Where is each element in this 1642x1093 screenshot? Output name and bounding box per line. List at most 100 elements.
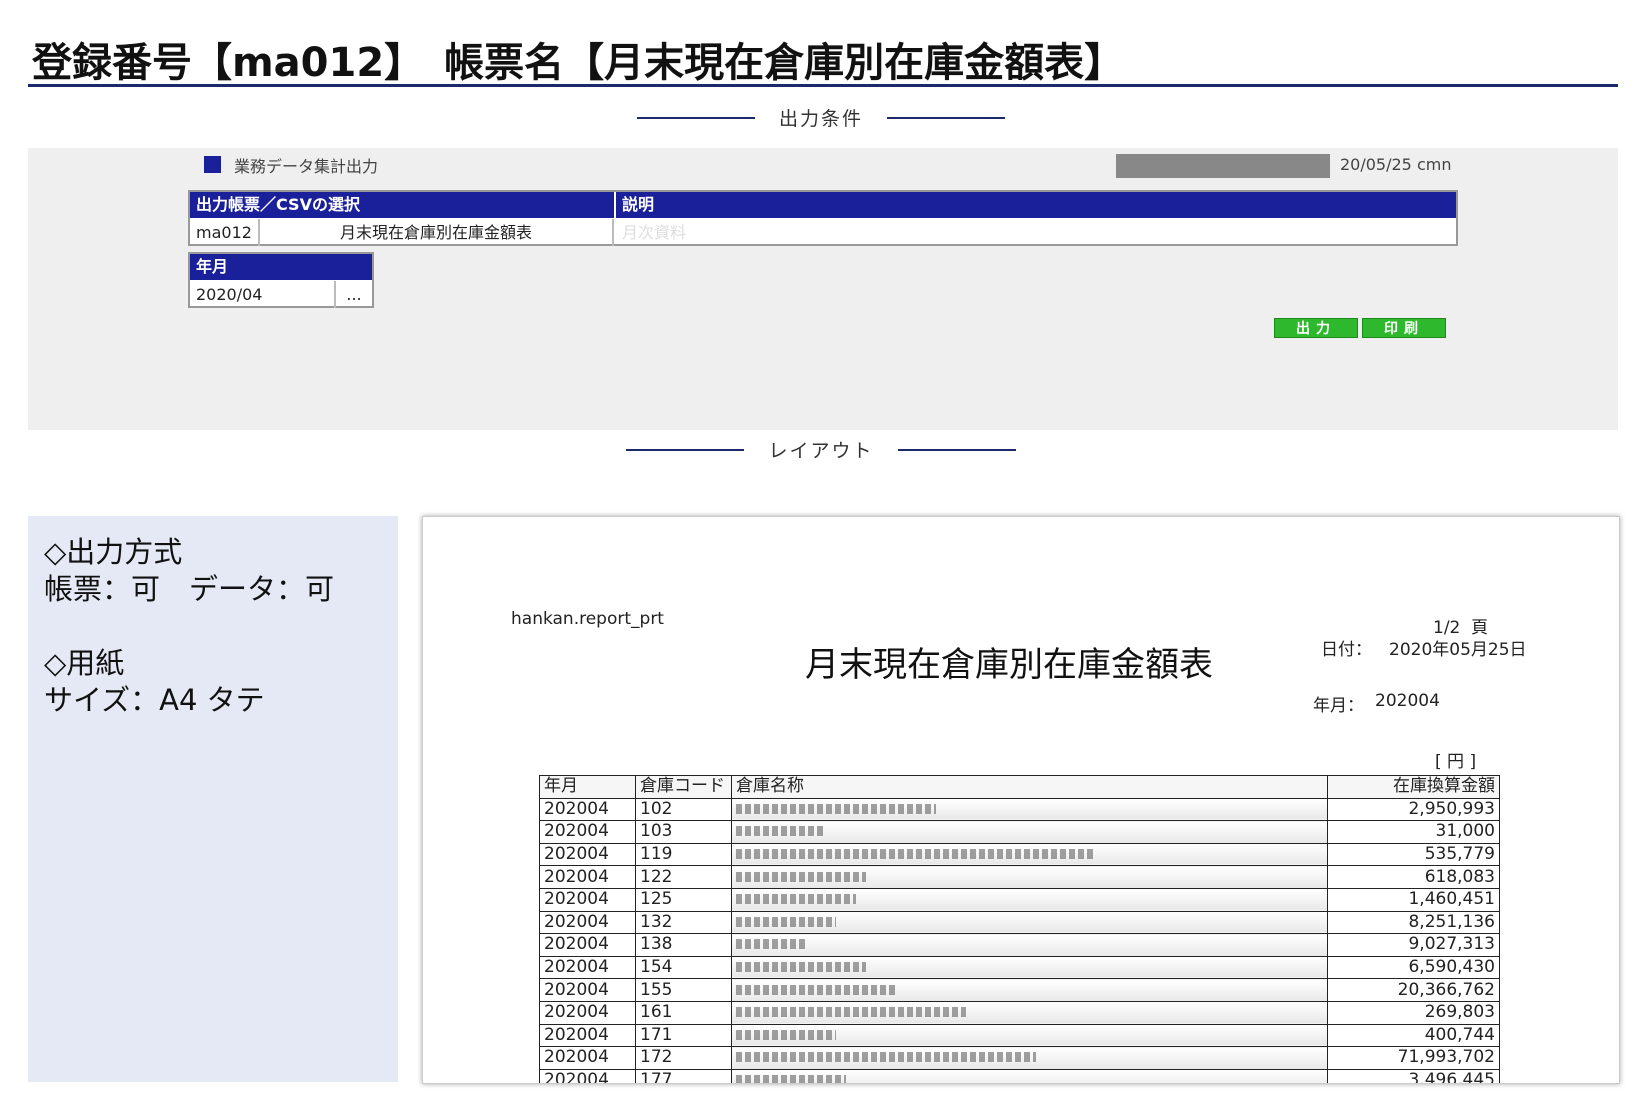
cell-year-month: 202004 <box>539 797 636 822</box>
date-user-stamp: 20/05/25 cmn <box>1340 155 1452 174</box>
cell-amount: 31,000 <box>1327 820 1500 844</box>
table-row: 202004 154 6,590,430 <box>539 955 1500 980</box>
column-header: 年月 <box>539 775 636 799</box>
page-title: 登録番号【ma012】 帳票名【月末現在倉庫別在庫金額表】 <box>32 40 1125 86</box>
redacted-text-bar <box>736 939 806 950</box>
ym-label: 年月： <box>1313 696 1364 716</box>
description-header: 説明 <box>614 192 1456 218</box>
cell-warehouse-name-redacted <box>731 820 1328 844</box>
report-preview: hankan.report_prt 1/2 頁 日付： 2020年05月25日 … <box>422 516 1620 1084</box>
conditions-panel: 業務データ集計出力 20/05/25 cmn 出力帳票／CSVの選択 説明 ma… <box>28 148 1618 430</box>
cell-amount: 618,083 <box>1327 865 1500 889</box>
cell-warehouse-code: 155 <box>635 978 732 1002</box>
cell-warehouse-code: 171 <box>635 1023 732 1048</box>
cell-warehouse-code: 125 <box>635 887 732 912</box>
cell-year-month: 202004 <box>539 842 636 867</box>
cell-warehouse-name-redacted <box>731 1046 1328 1070</box>
cell-warehouse-code: 172 <box>635 1046 732 1070</box>
table-row: 202004 161 269,803 <box>539 1000 1500 1025</box>
table-header-row: 年月 倉庫コード 倉庫名称 在庫換算金額 <box>539 775 1500 799</box>
cell-amount: 2,950,993 <box>1327 797 1500 822</box>
cell-year-month: 202004 <box>539 1023 636 1048</box>
table-row: 202004 125 1,460,451 <box>539 887 1500 912</box>
table-row: 202004 138 9,027,313 <box>539 933 1500 957</box>
year-month-box: 年月 2020/04 ... <box>188 252 374 308</box>
section-heading-conditions: 出力条件 <box>0 104 1642 131</box>
date-value: 2020年05月25日 <box>1389 640 1527 660</box>
cell-year-month: 202004 <box>539 910 636 935</box>
cell-year-month: 202004 <box>539 887 636 912</box>
redacted-text-bar <box>736 962 866 973</box>
cell-amount: 9,027,313 <box>1327 933 1500 957</box>
report-code-cell[interactable]: ma012 <box>190 219 260 246</box>
cell-amount: 6,590,430 <box>1327 955 1500 980</box>
year-month-picker-button[interactable]: ... <box>336 281 372 308</box>
column-header: 倉庫コード <box>635 775 732 799</box>
breadcrumb: 業務データ集計出力 <box>234 157 379 176</box>
table-row: 202004 102 2,950,993 <box>539 797 1500 822</box>
inventory-table: 年月 倉庫コード 倉庫名称 在庫換算金額 202004 102 2,950,993 2… <box>539 775 1500 1083</box>
cell-year-month: 202004 <box>539 978 636 1002</box>
cell-year-month: 202004 <box>539 820 636 844</box>
report-title: 月末現在倉庫別在庫金額表 <box>805 645 1213 685</box>
cell-warehouse-name-redacted <box>731 887 1328 912</box>
print-button[interactable]: 印刷 <box>1362 318 1446 338</box>
column-header: 在庫換算金額 <box>1327 775 1500 799</box>
redacted-text-bar <box>736 894 856 905</box>
cell-warehouse-name-redacted <box>731 1068 1328 1083</box>
date-label: 日付： <box>1321 640 1372 660</box>
cell-warehouse-name-redacted <box>731 865 1328 889</box>
year-month-input[interactable]: 2020/04 <box>190 281 336 308</box>
heading-rule-left <box>626 448 745 451</box>
cell-warehouse-code: 161 <box>635 1000 732 1025</box>
cell-year-month: 202004 <box>539 865 636 889</box>
table-row: 202004 122 618,083 <box>539 865 1500 889</box>
cell-warehouse-code: 103 <box>635 820 732 844</box>
program-name: hankan.report_prt <box>511 609 664 629</box>
table-row: 202004 119 535,779 <box>539 842 1500 867</box>
cell-amount: 535,779 <box>1327 842 1500 867</box>
cell-amount: 269,803 <box>1327 1000 1500 1025</box>
cell-warehouse-name-redacted <box>731 910 1328 935</box>
report-name-cell[interactable]: 月末現在倉庫別在庫金額表 <box>260 219 614 246</box>
description-cell: 月次資料 <box>622 223 687 242</box>
redacted-text-bar <box>736 871 866 882</box>
cell-warehouse-code: 122 <box>635 865 732 889</box>
cell-warehouse-name-redacted <box>731 955 1328 980</box>
cell-amount: 400,744 <box>1327 1023 1500 1048</box>
output-info-text: ◇出力方式 帳票：可 データ：可 ◇用紙 サイズ：A4 タテ <box>44 535 335 717</box>
year-month-header: 年月 <box>190 254 372 280</box>
cell-warehouse-code: 154 <box>635 955 732 980</box>
cell-warehouse-name-redacted <box>731 1000 1328 1025</box>
cell-year-month: 202004 <box>539 1000 636 1025</box>
table-row: 202004 171 400,744 <box>539 1023 1500 1048</box>
cell-warehouse-code: 132 <box>635 910 732 935</box>
output-button[interactable]: 出力 <box>1274 318 1358 338</box>
table-row: 202004 172 71,993,702 <box>539 1046 1500 1070</box>
redacted-text-bar <box>736 1007 966 1018</box>
cell-warehouse-code: 102 <box>635 797 732 822</box>
output-info-panel: ◇出力方式 帳票：可 データ：可 ◇用紙 サイズ：A4 タテ <box>28 516 398 1082</box>
cell-warehouse-code: 119 <box>635 842 732 867</box>
cell-amount: 1,460,451 <box>1327 887 1500 912</box>
cell-warehouse-name-redacted <box>731 1023 1328 1048</box>
select-header: 出力帳票／CSVの選択 <box>190 192 614 218</box>
redacted-text-bar <box>736 849 1096 860</box>
cell-year-month: 202004 <box>539 1068 636 1083</box>
cell-year-month: 202004 <box>539 933 636 957</box>
cell-amount: 8,251,136 <box>1327 910 1500 935</box>
cell-warehouse-name-redacted <box>731 842 1328 867</box>
cell-warehouse-code: 177 <box>635 1068 732 1083</box>
breadcrumb-square-icon <box>204 156 221 173</box>
cell-year-month: 202004 <box>539 955 636 980</box>
unit-label: [ 円 ] <box>1435 752 1477 772</box>
redacted-text-bar <box>736 826 826 837</box>
title-bar: 登録番号【ma012】 帳票名【月末現在倉庫別在庫金額表】 <box>28 28 1618 87</box>
cell-year-month: 202004 <box>539 1046 636 1070</box>
table-row: 202004 103 31,000 <box>539 820 1500 844</box>
heading-rule-right <box>897 448 1016 451</box>
heading-rule-right <box>887 116 1005 119</box>
redacted-text-bar <box>736 916 836 927</box>
cell-warehouse-name-redacted <box>731 797 1328 822</box>
section-heading-label: 出力条件 <box>778 108 863 130</box>
